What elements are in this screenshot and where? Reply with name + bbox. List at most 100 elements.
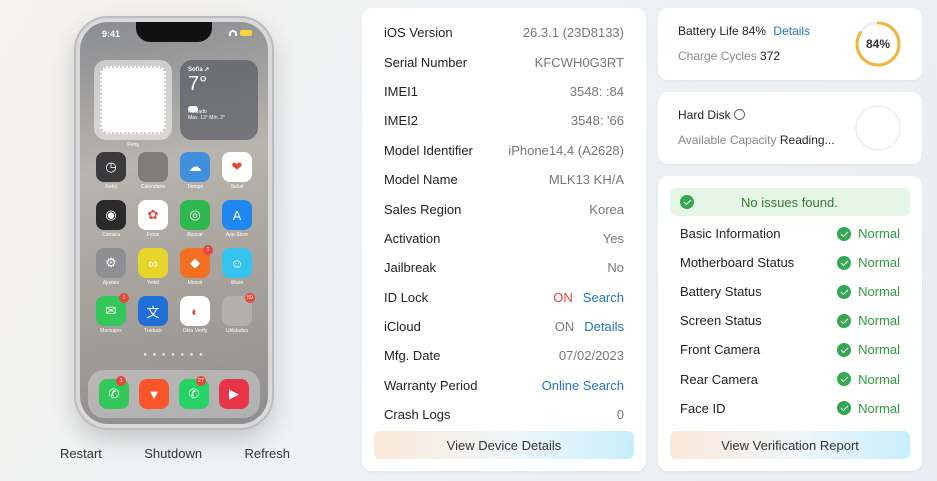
app-weather[interactable]: ☁ Tiempo xyxy=(174,152,216,190)
app-label: Okta Verify xyxy=(182,328,208,334)
app-badge: 1 xyxy=(119,293,129,303)
status-text: Normal xyxy=(858,284,900,300)
info-link-details[interactable]: Details xyxy=(584,319,624,334)
verification-status: Normal xyxy=(837,401,900,416)
info-row: IMEI2 3548: '66 xyxy=(384,106,624,135)
waze-icon: ☺ xyxy=(222,248,252,278)
info-value: No xyxy=(607,260,624,276)
cloud-icon xyxy=(188,106,198,112)
app-label: Cámara xyxy=(102,232,120,238)
info-value: 3548: '66 xyxy=(570,113,624,129)
app-label: Mensajes xyxy=(100,328,122,334)
verification-label: Face ID xyxy=(680,400,726,416)
weather-temperature: 7° xyxy=(188,73,208,95)
app-label: Fotos xyxy=(146,232,160,238)
info-value: ON xyxy=(554,319,575,335)
dock-phone[interactable]: ✆ 1 xyxy=(99,376,129,409)
app-label: Buscar xyxy=(187,232,203,238)
verification-label: Motherboard Status xyxy=(680,255,795,271)
phone-frame: 9:41 Reloj Sofia ➚ 7° Nublado Máx. 13° M… xyxy=(74,16,274,430)
info-value-group: 3548: '66 xyxy=(571,113,624,128)
app-label: Tiempo xyxy=(186,184,204,190)
app-messages[interactable]: ✉ 1 Mensajes xyxy=(90,293,132,334)
app-grid: ◷ Reloj Calendario ☁ Tiempo ❤ Salud ◉ Cámara ✿ Fot… xyxy=(90,152,258,334)
battery-details-link[interactable]: Details xyxy=(773,24,810,38)
app-label: Waze xyxy=(230,280,244,286)
disk-ring xyxy=(855,105,901,151)
phone-actions: Restart Shutdown Refresh xyxy=(60,446,290,461)
no-issues-banner: No issues found. xyxy=(670,188,910,216)
check-circle-icon xyxy=(837,313,852,328)
info-row: Crash Logs 0 xyxy=(384,400,624,429)
app-okta[interactable]: ◐ Okta Verify xyxy=(174,296,216,334)
app-clock[interactable]: ◷ Reloj xyxy=(90,152,132,190)
status-text: Normal xyxy=(858,255,900,271)
verification-label: Basic Information xyxy=(680,226,781,242)
weather-icon: ☁ xyxy=(180,152,210,182)
view-verification-report-button[interactable]: View Verification Report xyxy=(670,431,910,459)
info-label: Model Identifier xyxy=(384,142,473,158)
info-value-group: 26.3.1 (23D8133) xyxy=(523,25,624,40)
info-label: IMEI1 xyxy=(384,83,418,99)
app-utilities-folder[interactable]: 59 Utilidades xyxy=(216,293,258,334)
info-link-search[interactable]: Search xyxy=(583,290,624,305)
capacity-value: Reading... xyxy=(779,133,835,147)
app-label: Reloj xyxy=(105,184,117,190)
status-text: Normal xyxy=(858,226,900,242)
app-yettel[interactable]: ∞ Yettel xyxy=(132,248,174,286)
info-label: Model Name xyxy=(384,172,458,188)
info-value: 0 xyxy=(616,407,624,423)
info-row: Warranty Period Online Search xyxy=(384,371,624,400)
app-calendar[interactable]: Calendario xyxy=(132,152,174,190)
app-health[interactable]: ❤ Salud xyxy=(216,152,258,190)
app-photos[interactable]: ✿ Fotos xyxy=(132,200,174,238)
app-store-icon: A xyxy=(222,200,252,230)
camera-icon: ◉ xyxy=(96,200,126,230)
photos-icon: ✿ xyxy=(138,200,168,230)
info-row: Jailbreak No xyxy=(384,253,624,282)
app-moovit[interactable]: ◆ 1 Moovit xyxy=(174,245,216,286)
shutdown-button[interactable]: Shutdown xyxy=(144,446,202,461)
info-label: Crash Logs xyxy=(384,407,451,423)
charge-cycles-value: 372 xyxy=(760,49,781,63)
refresh-button[interactable]: Refresh xyxy=(244,446,290,461)
view-device-details-button[interactable]: View Device Details xyxy=(374,431,634,459)
health-icon: ❤ xyxy=(222,152,252,182)
info-label: IMEI2 xyxy=(384,113,418,129)
verification-row: Battery Status Normal xyxy=(670,277,910,306)
dock-music[interactable]: ▶ xyxy=(219,379,249,409)
info-label: Sales Region xyxy=(384,201,462,217)
status-text: Normal xyxy=(858,342,900,358)
dock-brave[interactable]: ▼ xyxy=(139,379,169,409)
app-label: Traducir xyxy=(143,328,163,334)
check-circle-icon xyxy=(837,284,852,299)
info-value: Korea xyxy=(589,201,624,217)
info-label: Jailbreak xyxy=(384,260,437,276)
info-value-group: Online Search xyxy=(542,378,624,393)
restart-button[interactable]: Restart xyxy=(60,446,102,461)
hard-disk-label: Hard Disk xyxy=(678,108,731,122)
info-value-group: 0 xyxy=(617,407,624,422)
verification-row: Screen Status Normal xyxy=(670,306,910,335)
info-label: iOS Version xyxy=(384,25,453,41)
app-settings[interactable]: ⚙ Ajustes xyxy=(90,248,132,286)
verification-label: Battery Status xyxy=(680,284,762,300)
verification-status: Normal xyxy=(837,313,900,328)
info-label: Mfg. Date xyxy=(384,348,441,364)
clock-icon: ◷ xyxy=(96,152,126,182)
app-waze[interactable]: ☺ Waze xyxy=(216,248,258,286)
banner-text: No issues found. xyxy=(741,194,838,210)
info-value-group: ON Search xyxy=(553,290,624,305)
dock-whatsapp[interactable]: ✆ 27 xyxy=(179,376,209,409)
capacity-label: Available Capacity xyxy=(678,133,777,147)
app-find-my[interactable]: ◎ Buscar xyxy=(174,200,216,238)
info-row: Sales Region Korea xyxy=(384,194,624,223)
app-app-store[interactable]: A App Store xyxy=(216,200,258,238)
battery-card: Battery Life 84% Details Charge Cycles 3… xyxy=(658,8,922,80)
info-value: 3548: :84 xyxy=(569,83,624,99)
check-circle-icon xyxy=(837,342,852,357)
app-translate[interactable]: 文 Traducir xyxy=(132,296,174,334)
wifi-icon xyxy=(229,30,237,36)
app-camera[interactable]: ◉ Cámara xyxy=(90,200,132,238)
info-link-online-search[interactable]: Online Search xyxy=(542,378,624,393)
